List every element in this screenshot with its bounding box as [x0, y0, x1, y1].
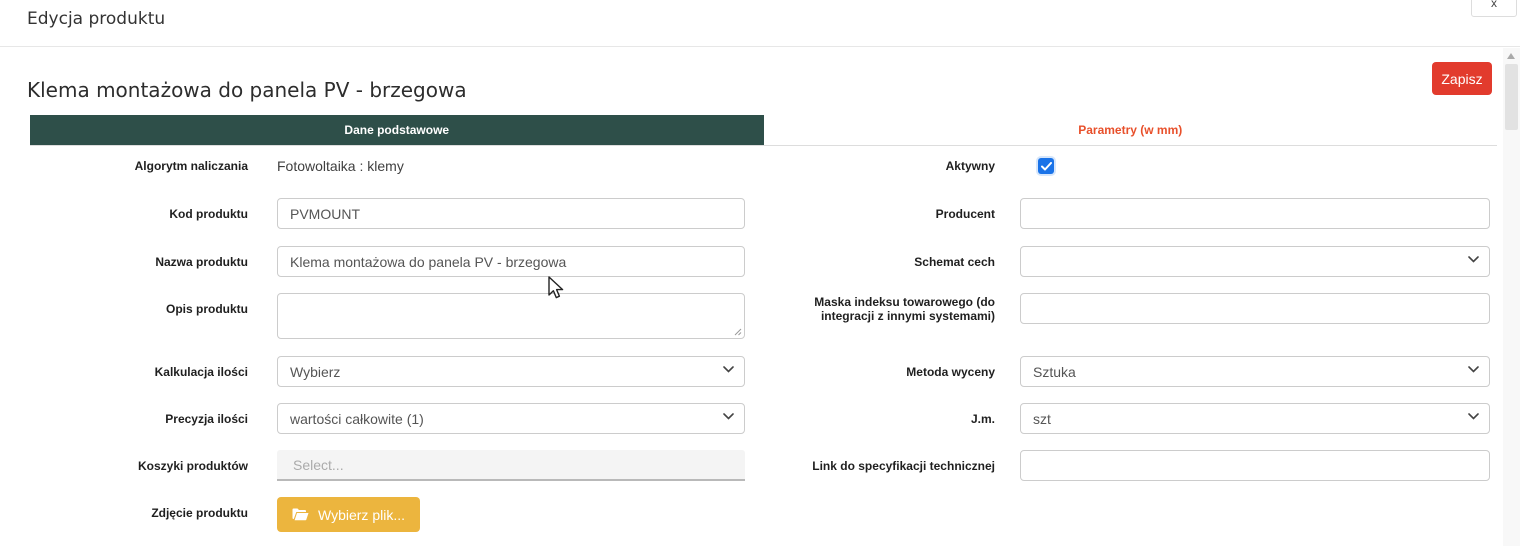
- kod-input[interactable]: [277, 198, 745, 229]
- producent-input[interactable]: [1020, 198, 1490, 229]
- algorytm-value: Fotowoltaika : klemy: [277, 158, 404, 174]
- scrollbar-thumb[interactable]: [1505, 64, 1518, 130]
- save-button[interactable]: Zapisz: [1432, 62, 1492, 95]
- close-icon: x: [1491, 0, 1497, 10]
- link-input[interactable]: [1020, 450, 1490, 481]
- metoda-select[interactable]: Sztuka: [1020, 356, 1490, 387]
- tab-parametry[interactable]: Parametry (w mm): [763, 115, 1497, 145]
- opis-label: Opis produktu: [166, 302, 248, 316]
- precyzja-select[interactable]: wartości całkowite (1): [277, 403, 745, 434]
- chevron-down-icon: [1468, 413, 1479, 420]
- precyzja-label: Precyzja ilości: [165, 412, 248, 426]
- jm-label: J.m.: [970, 412, 995, 426]
- scroll-up-arrow-icon[interactable]: [1507, 53, 1515, 59]
- modal-title: Edycja produktu: [27, 9, 166, 29]
- chevron-down-icon: [723, 366, 734, 373]
- schemat-select[interactable]: [1020, 246, 1490, 277]
- opis-textarea[interactable]: [277, 293, 745, 339]
- choose-file-button[interactable]: Wybierz plik...: [277, 497, 421, 532]
- koszyki-multiselect[interactable]: Select...: [277, 450, 745, 481]
- metoda-label: Metoda wyceny: [906, 365, 995, 379]
- modal-header: Edycja produktu: [0, 0, 1520, 47]
- vertical-scrollbar[interactable]: [1503, 48, 1520, 546]
- folder-open-icon: [292, 508, 309, 521]
- checkmark-icon: [1040, 161, 1052, 170]
- resize-grip-icon[interactable]: [734, 328, 742, 336]
- close-button[interactable]: x: [1471, 0, 1517, 17]
- zdjecie-label: Zdjęcie produktu: [151, 506, 248, 520]
- tab-bar: Dane podstawowe Parametry (w mm): [30, 115, 1497, 146]
- kalkulacja-select[interactable]: Wybierz: [277, 356, 745, 387]
- chevron-down-icon: [1468, 256, 1479, 263]
- maska-label: Maska indeksu towarowego (do integracji …: [814, 295, 995, 323]
- koszyki-label: Koszyki produktów: [137, 459, 248, 473]
- aktywny-label: Aktywny: [945, 159, 995, 173]
- kod-label: Kod produktu: [169, 207, 248, 221]
- link-label: Link do specyfikacji technicznej: [812, 459, 995, 473]
- algorytm-label: Algorytm naliczania: [134, 159, 248, 173]
- jm-select[interactable]: szt: [1020, 403, 1490, 434]
- page-title: Klema montażowa do panela PV - brzegowa: [27, 78, 467, 102]
- maska-input[interactable]: [1020, 293, 1490, 324]
- kalkulacja-label: Kalkulacja ilości: [154, 365, 248, 379]
- producent-label: Producent: [935, 207, 995, 221]
- product-form: Algorytm naliczania Fotowoltaika : klemy…: [0, 155, 1497, 537]
- nazwa-label: Nazwa produktu: [155, 255, 248, 269]
- chevron-down-icon: [723, 413, 734, 420]
- schemat-label: Schemat cech: [914, 255, 995, 269]
- tab-dane-podstawowe[interactable]: Dane podstawowe: [30, 115, 764, 145]
- nazwa-input[interactable]: [277, 246, 745, 277]
- aktywny-checkbox[interactable]: [1038, 158, 1054, 174]
- chevron-down-icon: [1468, 366, 1479, 373]
